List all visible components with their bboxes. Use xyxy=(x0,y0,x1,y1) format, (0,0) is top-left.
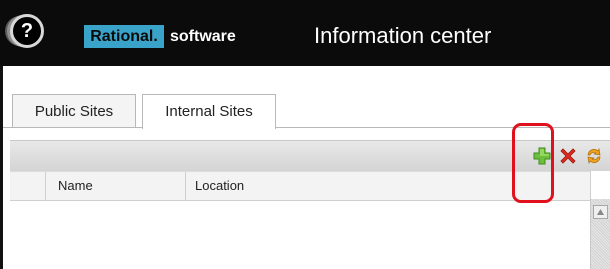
brand-logo: Rational. xyxy=(84,25,164,48)
help-logo-glyph: ? xyxy=(20,20,34,42)
page-title: Information center xyxy=(314,23,492,48)
column-header-location[interactable]: Location xyxy=(187,172,527,200)
vertical-scrollbar[interactable] xyxy=(590,199,610,269)
arrow-up-icon xyxy=(597,209,604,215)
brand-name: Rational. xyxy=(90,28,158,45)
tab-internal-sites[interactable]: Internal Sites xyxy=(142,94,276,129)
tab-public-sites[interactable]: Public Sites xyxy=(12,94,136,128)
tab-internal-sites-label: Internal Sites xyxy=(165,103,253,120)
select-column-header[interactable] xyxy=(10,172,46,200)
brand-suffix: software xyxy=(170,28,236,45)
column-header-name[interactable]: Name xyxy=(46,172,186,200)
refresh-icon[interactable] xyxy=(584,146,604,166)
delete-icon[interactable] xyxy=(558,146,578,166)
annotation-highlight xyxy=(512,123,554,203)
table-header: Name Location xyxy=(10,171,590,201)
scroll-up-button[interactable] xyxy=(593,205,608,219)
tab-public-sites-label: Public Sites xyxy=(34,103,114,120)
help-logo-icon[interactable]: ? xyxy=(10,14,44,48)
header-banner: ? Rational. software Information center xyxy=(0,0,610,66)
